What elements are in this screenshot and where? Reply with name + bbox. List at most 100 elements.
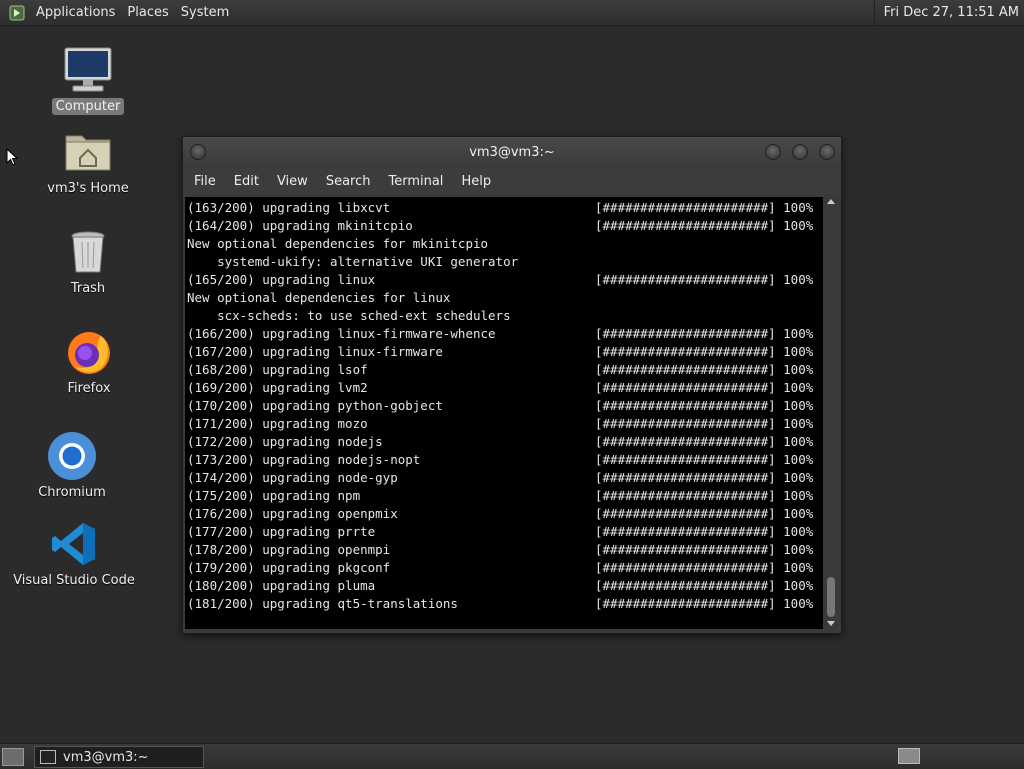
window-title: vm3@vm3:~ [469, 144, 555, 160]
terminal-line-progress: [######################] 100% [595, 596, 814, 611]
menu-search[interactable]: Search [317, 174, 380, 189]
window-titlebar[interactable]: vm3@vm3:~ [183, 137, 841, 167]
menu-file[interactable]: File [185, 174, 225, 189]
desktop-icon-chromium[interactable]: Chromium [17, 430, 127, 501]
minimize-button[interactable] [765, 144, 781, 160]
terminal-line-text: (163/200) upgrading libxcvt [187, 200, 391, 215]
terminal-line-text: (167/200) upgrading linux-firmware [187, 344, 443, 359]
terminal-line: New optional dependencies for linux [187, 289, 450, 307]
menu-help[interactable]: Help [452, 174, 500, 189]
chromium-icon [46, 430, 98, 482]
terminal-line-text: (168/200) upgrading lsof [187, 362, 368, 377]
terminal-line-text: (180/200) upgrading pluma [187, 578, 376, 593]
terminal-line: (178/200) upgrading openmpi [############… [187, 541, 813, 559]
terminal-line: systemd-ukify: alternative UKI generator [187, 253, 518, 271]
terminal-line: (167/200) upgrading linux-firmware [#####… [187, 343, 813, 361]
terminal-line-progress: [######################] 100% [595, 380, 814, 395]
terminal-line: (177/200) upgrading prrte [##############… [187, 523, 813, 541]
terminal-line-text: (181/200) upgrading qt5-translations [187, 596, 458, 611]
terminal-line: (164/200) upgrading mkinitcpio [#########… [187, 217, 813, 235]
terminal-line-text: (169/200) upgrading lvm2 [187, 380, 368, 395]
mouse-cursor-icon [6, 148, 18, 166]
desktop-icon-home[interactable]: vm3's Home [33, 126, 143, 197]
terminal-line-text: (177/200) upgrading prrte [187, 524, 376, 539]
terminal-line: (179/200) upgrading pkgconf [############… [187, 559, 813, 577]
workspace-switcher[interactable] [898, 748, 920, 764]
terminal-line: (172/200) upgrading nodejs [#############… [187, 433, 813, 451]
desktop-icon-label: Firefox [67, 381, 111, 396]
mate-menu-icon[interactable] [8, 4, 26, 22]
taskbar-button-terminal[interactable]: vm3@vm3:~ [34, 746, 204, 768]
terminal-line-progress: [######################] 100% [595, 200, 814, 215]
close-button[interactable] [819, 144, 835, 160]
home-folder-icon [62, 126, 114, 178]
terminal-line-progress: [######################] 100% [595, 452, 814, 467]
terminal-line-progress: [######################] 100% [595, 326, 814, 341]
window-menu-button[interactable] [190, 144, 206, 160]
computer-icon [62, 44, 114, 96]
terminal-line-text: (178/200) upgrading openmpi [187, 542, 391, 557]
terminal-line-progress: [######################] 100% [595, 524, 814, 539]
taskbar-button-label: vm3@vm3:~ [63, 749, 149, 765]
terminal-line-progress: [######################] 100% [595, 218, 814, 233]
terminal-line-text: (173/200) upgrading nodejs-nopt [187, 452, 421, 467]
terminal-line: (166/200) upgrading linux-firmware-whenc… [187, 325, 813, 343]
terminal-line-progress: [######################] 100% [595, 578, 814, 593]
terminal-line-progress: [######################] 100% [595, 416, 814, 431]
terminal-line-text: (176/200) upgrading openpmix [187, 506, 398, 521]
terminal-line: (181/200) upgrading qt5-translations [###… [187, 595, 813, 613]
terminal-output[interactable]: (163/200) upgrading libxcvt [############… [185, 197, 823, 629]
clock[interactable]: Fri Dec 27, 11:51 AM [873, 0, 1024, 25]
terminal-line-progress: [######################] 100% [595, 362, 814, 377]
desktop-icon-label: vm3's Home [47, 181, 129, 196]
terminal-line: (175/200) upgrading npm [################… [187, 487, 813, 505]
terminal-line-text: (179/200) upgrading pkgconf [187, 560, 391, 575]
terminal-line-progress: [######################] 100% [595, 470, 814, 485]
trash-icon [62, 226, 114, 278]
terminal-line: (169/200) upgrading lvm2 [###############… [187, 379, 813, 397]
terminal-line-progress: [######################] 100% [595, 542, 814, 557]
menu-terminal[interactable]: Terminal [379, 174, 452, 189]
terminal-scrollbar[interactable] [825, 197, 837, 629]
desktop-icon-label: Visual Studio Code [13, 573, 135, 588]
terminal-line: (174/200) upgrading node-gyp [###########… [187, 469, 813, 487]
terminal-line: New optional dependencies for mkinitcpio [187, 235, 488, 253]
desktop-icon-trash[interactable]: Trash [33, 226, 143, 297]
vscode-icon [48, 518, 100, 570]
terminal-line-text: (175/200) upgrading npm [187, 488, 361, 503]
system-menu[interactable]: System [177, 5, 237, 20]
terminal-line-text: scx-scheds: to use sched-ext schedulers [187, 308, 511, 323]
desktop-icon-label: Computer [51, 98, 125, 115]
desktop-icon-label: Chromium [38, 485, 106, 500]
terminal-line-progress: [######################] 100% [595, 560, 814, 575]
desktop-icon-firefox[interactable]: Firefox [34, 326, 144, 397]
maximize-button[interactable] [792, 144, 808, 160]
terminal-line-text: systemd-ukify: alternative UKI generator [187, 254, 519, 269]
terminal-line-text: New optional dependencies for linux [187, 290, 451, 305]
menu-edit[interactable]: Edit [225, 174, 268, 189]
terminal-line-text: (166/200) upgrading linux-firmware-whenc… [187, 326, 496, 341]
show-desktop-icon[interactable] [2, 748, 24, 766]
terminal-menubar: File Edit View Search Terminal Help [183, 167, 841, 195]
applications-menu[interactable]: Applications [32, 5, 123, 20]
terminal-window[interactable]: vm3@vm3:~ File Edit View Search Terminal… [182, 136, 842, 634]
bottom-panel: vm3@vm3:~ [0, 743, 1024, 769]
terminal-line-text: New optional dependencies for mkinitcpio [187, 236, 489, 251]
scroll-up-arrow-icon[interactable] [827, 199, 835, 204]
desktop-icon-computer[interactable]: Computer [33, 44, 143, 115]
desktop-icon-label: Trash [70, 281, 106, 296]
terminal-line-progress: [######################] 100% [595, 434, 814, 449]
places-menu[interactable]: Places [123, 5, 176, 20]
terminal-line: (171/200) upgrading mozo [###############… [187, 415, 813, 433]
terminal-line-progress: [######################] 100% [595, 344, 814, 359]
terminal-line: (180/200) upgrading pluma [##############… [187, 577, 813, 595]
scrollbar-thumb[interactable] [827, 577, 835, 617]
terminal-line-text: (172/200) upgrading nodejs [187, 434, 383, 449]
firefox-icon [63, 326, 115, 378]
scroll-down-arrow-icon[interactable] [827, 621, 835, 626]
terminal-line: (163/200) upgrading libxcvt [############… [187, 199, 813, 217]
terminal-line: (168/200) upgrading lsof [###############… [187, 361, 813, 379]
desktop-icon-vscode[interactable]: Visual Studio Code [13, 518, 135, 589]
menu-view[interactable]: View [268, 174, 317, 189]
terminal-line: scx-scheds: to use sched-ext schedulers [187, 307, 511, 325]
